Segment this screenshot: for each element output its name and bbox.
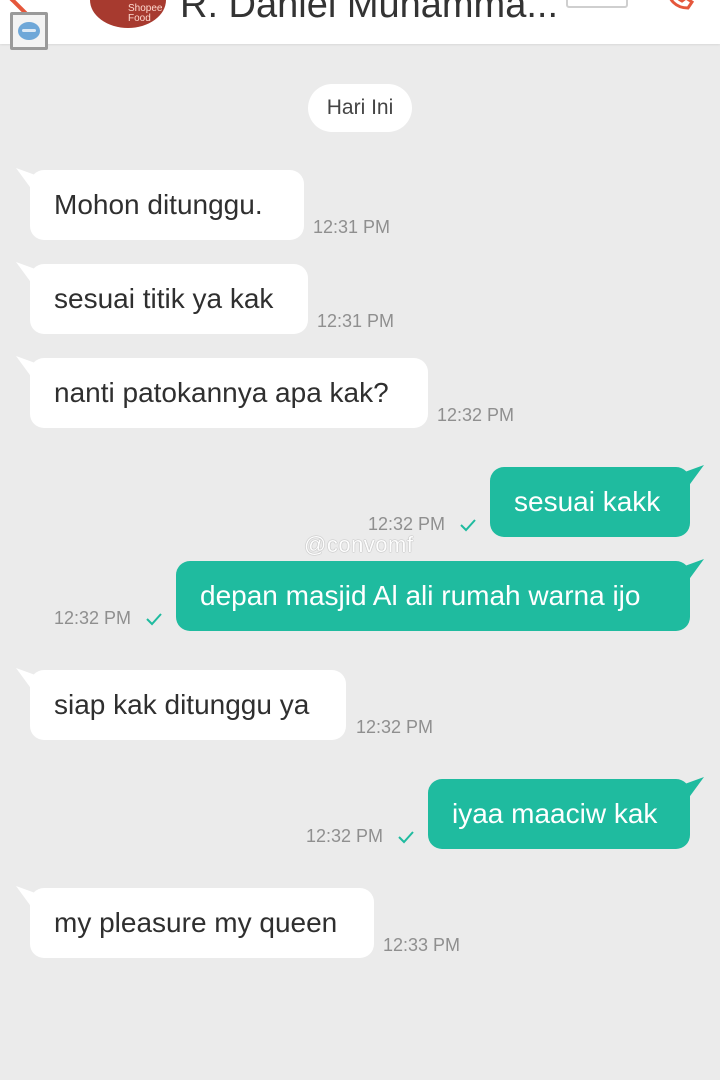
outgoing-message[interactable]: sesuai kakk (490, 467, 690, 537)
outgoing-message[interactable]: iyaa maaciw kak (428, 779, 690, 849)
phone-icon[interactable] (662, 0, 696, 12)
message-text: iyaa maaciw kak (452, 798, 658, 829)
message-timestamp: 12:31 PM (317, 311, 395, 331)
floating-chat-bubble-icon[interactable] (10, 12, 48, 50)
outgoing-message[interactable]: depan masjid Al ali rumah warna ijo (176, 561, 690, 631)
avatar[interactable]: Shopee Food (90, 0, 166, 28)
incoming-message[interactable]: Mohon ditunggu. (30, 170, 304, 240)
message-text: my pleasure my queen (54, 907, 338, 938)
header-action-button[interactable] (566, 0, 628, 8)
message-timestamp: 12:31 PM (313, 217, 391, 237)
message-timestamp: 12:32 PM (356, 717, 434, 737)
avatar-logo-text: Shopee Food (128, 3, 163, 24)
message-timestamp: 12:33 PM (383, 935, 461, 955)
message-text: siap kak ditunggu ya (54, 689, 310, 720)
message-text: sesuai titik ya kak (54, 283, 274, 314)
chat-header: Shopee Food R. Daniel Muhamma... (0, 0, 720, 44)
incoming-message[interactable]: siap kak ditunggu ya (30, 670, 346, 740)
date-separator: Hari Ini (308, 84, 412, 132)
message-timestamp: 12:32 PM (54, 608, 132, 628)
message-text: Mohon ditunggu. (54, 189, 263, 220)
message-timestamp: 12:32 PM (306, 826, 384, 846)
watermark: @convomf (304, 532, 414, 557)
message-text: sesuai kakk (514, 486, 661, 517)
sent-check-icon (146, 613, 162, 626)
incoming-message[interactable]: nanti patokannya apa kak? (30, 358, 428, 428)
message-text: nanti patokannya apa kak? (54, 377, 389, 408)
sent-check-icon (460, 519, 476, 532)
sent-check-icon (398, 831, 414, 844)
message-text: depan masjid Al ali rumah warna ijo (200, 580, 641, 611)
contact-name[interactable]: R. Daniel Muhamma... (180, 0, 560, 27)
incoming-message[interactable]: my pleasure my queen (30, 888, 374, 958)
incoming-message[interactable]: sesuai titik ya kak (30, 264, 308, 334)
message-timestamp: 12:32 PM (437, 405, 515, 425)
